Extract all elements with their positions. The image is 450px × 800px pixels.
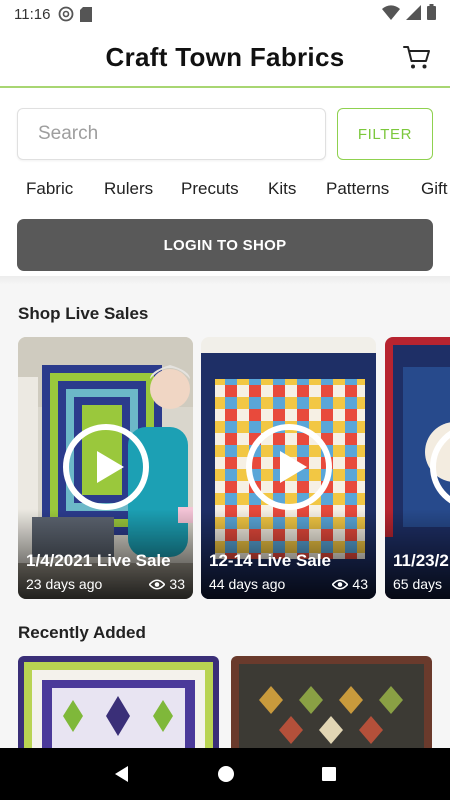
live-sale-name: 1/4/2021 Live Sale: [26, 551, 171, 570]
at-icon: [58, 6, 74, 22]
search-input[interactable]: [17, 108, 326, 160]
category-rulers[interactable]: Rulers: [104, 179, 153, 199]
live-sale-view-count: 43: [352, 576, 368, 592]
wifi-icon: [382, 4, 400, 24]
product-card[interactable]: [18, 656, 219, 748]
signal-icon: [406, 4, 421, 24]
live-sale-age: 23 days ago: [26, 576, 103, 592]
category-tabs: Fabric Rulers Precuts Kits Patterns Gift: [0, 176, 450, 202]
category-precuts[interactable]: Precuts: [181, 179, 239, 199]
main-content: Shop Live Sales 1/4/2021 Live Sale 23 da…: [0, 284, 450, 748]
status-right: [382, 4, 436, 24]
status-time: 11:16: [14, 5, 51, 23]
home-icon[interactable]: [217, 765, 235, 783]
play-icon[interactable]: [245, 423, 333, 511]
recently-added-title: Recently Added: [18, 623, 146, 642]
system-nav-bar: [0, 748, 450, 800]
header-divider: [0, 276, 450, 284]
product-image: [231, 656, 432, 748]
live-sale-age: 65 days: [393, 576, 443, 592]
sd-card-icon: [80, 6, 93, 22]
play-icon[interactable]: [62, 423, 150, 511]
eye-icon: [332, 579, 349, 589]
live-sale-views: 43: [332, 576, 368, 592]
category-kits[interactable]: Kits: [268, 179, 296, 199]
live-sale-age: 44 days ago: [209, 576, 286, 592]
app-header: Craft Town Fabrics: [0, 28, 450, 88]
eye-icon: [149, 579, 166, 589]
live-sale-name: 11/23/2: [393, 551, 449, 570]
live-sale-card[interactable]: 11/23/2 65 days: [385, 337, 450, 599]
live-sale-views: 33: [149, 576, 185, 592]
app-title: Craft Town Fabrics: [105, 41, 345, 72]
live-sale-card[interactable]: 12-14 Live Sale 44 days ago 43: [201, 337, 376, 599]
play-icon[interactable]: [429, 423, 450, 511]
back-icon[interactable]: [113, 765, 131, 783]
login-to-shop-button[interactable]: LOGIN TO SHOP: [17, 219, 433, 271]
recents-icon[interactable]: [321, 766, 337, 782]
status-bar: 11:16: [0, 0, 450, 28]
live-sale-card[interactable]: 1/4/2021 Live Sale 23 days ago 33: [18, 337, 193, 599]
cart-icon[interactable]: [402, 42, 432, 72]
search-row: FILTER: [17, 108, 433, 160]
battery-icon: [427, 4, 436, 24]
category-gift[interactable]: Gift: [421, 179, 447, 199]
product-card[interactable]: [231, 656, 432, 748]
filter-button[interactable]: FILTER: [337, 108, 433, 160]
category-patterns[interactable]: Patterns: [326, 179, 389, 199]
product-image: [18, 656, 219, 748]
category-fabric[interactable]: Fabric: [26, 179, 73, 199]
live-sale-view-count: 33: [169, 576, 185, 592]
live-sales-title: Shop Live Sales: [18, 304, 149, 323]
live-sale-name: 12-14 Live Sale: [209, 551, 331, 570]
